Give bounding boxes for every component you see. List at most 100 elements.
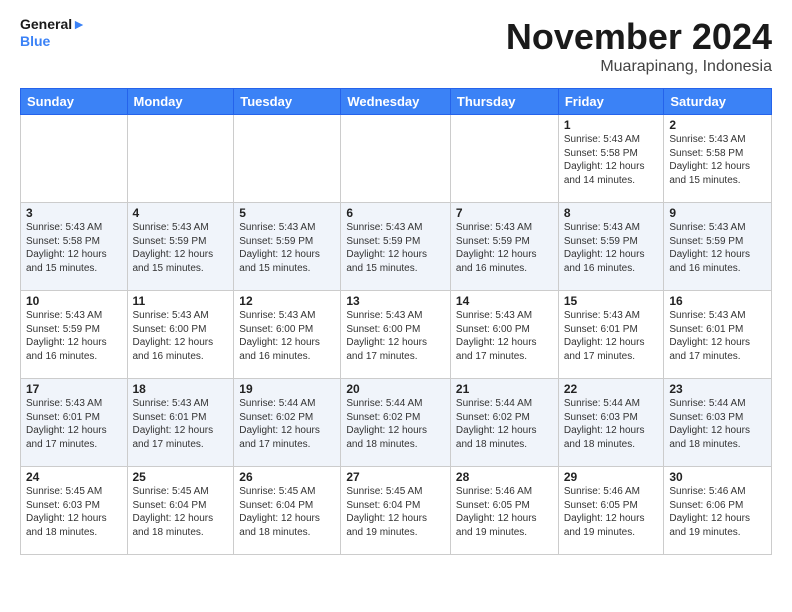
table-row (234, 115, 341, 203)
day-number: 13 (346, 294, 445, 308)
day-info: Sunrise: 5:43 AM Sunset: 5:58 PM Dayligh… (669, 133, 766, 187)
day-info: Sunrise: 5:43 AM Sunset: 5:59 PM Dayligh… (26, 309, 122, 363)
day-number: 20 (346, 382, 445, 396)
day-number: 25 (133, 470, 229, 484)
day-number: 5 (239, 206, 335, 220)
table-row: 4Sunrise: 5:43 AM Sunset: 5:59 PM Daylig… (127, 203, 234, 291)
location: Muarapinang, Indonesia (506, 58, 772, 76)
table-row: 14Sunrise: 5:43 AM Sunset: 6:00 PM Dayli… (450, 291, 558, 379)
day-number: 4 (133, 206, 229, 220)
header-friday: Friday (558, 89, 664, 115)
table-row: 17Sunrise: 5:43 AM Sunset: 6:01 PM Dayli… (21, 379, 128, 467)
day-info: Sunrise: 5:45 AM Sunset: 6:04 PM Dayligh… (239, 485, 335, 539)
day-number: 17 (26, 382, 122, 396)
day-number: 1 (564, 118, 659, 132)
day-info: Sunrise: 5:43 AM Sunset: 6:01 PM Dayligh… (133, 397, 229, 451)
table-row: 3Sunrise: 5:43 AM Sunset: 5:58 PM Daylig… (21, 203, 128, 291)
calendar-header-row: Sunday Monday Tuesday Wednesday Thursday… (21, 89, 772, 115)
day-number: 23 (669, 382, 766, 396)
header-tuesday: Tuesday (234, 89, 341, 115)
day-number: 26 (239, 470, 335, 484)
calendar-week-row: 24Sunrise: 5:45 AM Sunset: 6:03 PM Dayli… (21, 467, 772, 555)
day-info: Sunrise: 5:43 AM Sunset: 5:58 PM Dayligh… (564, 133, 659, 187)
day-info: Sunrise: 5:43 AM Sunset: 6:00 PM Dayligh… (456, 309, 553, 363)
table-row: 2Sunrise: 5:43 AM Sunset: 5:58 PM Daylig… (664, 115, 772, 203)
table-row: 21Sunrise: 5:44 AM Sunset: 6:02 PM Dayli… (450, 379, 558, 467)
header: General► Blue November 2024 Muarapinang,… (20, 16, 772, 76)
day-info: Sunrise: 5:44 AM Sunset: 6:03 PM Dayligh… (669, 397, 766, 451)
day-info: Sunrise: 5:43 AM Sunset: 5:59 PM Dayligh… (564, 221, 659, 275)
day-number: 9 (669, 206, 766, 220)
calendar-week-row: 1Sunrise: 5:43 AM Sunset: 5:58 PM Daylig… (21, 115, 772, 203)
day-info: Sunrise: 5:43 AM Sunset: 6:01 PM Dayligh… (564, 309, 659, 363)
day-number: 21 (456, 382, 553, 396)
table-row: 10Sunrise: 5:43 AM Sunset: 5:59 PM Dayli… (21, 291, 128, 379)
calendar-week-row: 10Sunrise: 5:43 AM Sunset: 5:59 PM Dayli… (21, 291, 772, 379)
day-info: Sunrise: 5:43 AM Sunset: 6:00 PM Dayligh… (239, 309, 335, 363)
day-number: 7 (456, 206, 553, 220)
table-row (450, 115, 558, 203)
table-row: 16Sunrise: 5:43 AM Sunset: 6:01 PM Dayli… (664, 291, 772, 379)
table-row: 29Sunrise: 5:46 AM Sunset: 6:05 PM Dayli… (558, 467, 664, 555)
day-info: Sunrise: 5:46 AM Sunset: 6:05 PM Dayligh… (456, 485, 553, 539)
day-info: Sunrise: 5:43 AM Sunset: 5:59 PM Dayligh… (239, 221, 335, 275)
day-info: Sunrise: 5:43 AM Sunset: 6:01 PM Dayligh… (669, 309, 766, 363)
table-row (341, 115, 451, 203)
day-info: Sunrise: 5:43 AM Sunset: 6:01 PM Dayligh… (26, 397, 122, 451)
day-info: Sunrise: 5:43 AM Sunset: 6:00 PM Dayligh… (133, 309, 229, 363)
day-info: Sunrise: 5:44 AM Sunset: 6:02 PM Dayligh… (456, 397, 553, 451)
calendar-week-row: 17Sunrise: 5:43 AM Sunset: 6:01 PM Dayli… (21, 379, 772, 467)
table-row: 30Sunrise: 5:46 AM Sunset: 6:06 PM Dayli… (664, 467, 772, 555)
day-number: 29 (564, 470, 659, 484)
day-number: 27 (346, 470, 445, 484)
day-number: 28 (456, 470, 553, 484)
table-row: 13Sunrise: 5:43 AM Sunset: 6:00 PM Dayli… (341, 291, 451, 379)
table-row: 1Sunrise: 5:43 AM Sunset: 5:58 PM Daylig… (558, 115, 664, 203)
day-info: Sunrise: 5:43 AM Sunset: 5:59 PM Dayligh… (133, 221, 229, 275)
day-info: Sunrise: 5:46 AM Sunset: 6:06 PM Dayligh… (669, 485, 766, 539)
day-info: Sunrise: 5:43 AM Sunset: 5:59 PM Dayligh… (456, 221, 553, 275)
month-title: November 2024 (506, 16, 772, 58)
day-number: 14 (456, 294, 553, 308)
day-number: 22 (564, 382, 659, 396)
day-number: 15 (564, 294, 659, 308)
day-number: 11 (133, 294, 229, 308)
day-info: Sunrise: 5:43 AM Sunset: 5:59 PM Dayligh… (669, 221, 766, 275)
day-info: Sunrise: 5:44 AM Sunset: 6:02 PM Dayligh… (239, 397, 335, 451)
header-wednesday: Wednesday (341, 89, 451, 115)
day-number: 30 (669, 470, 766, 484)
table-row: 24Sunrise: 5:45 AM Sunset: 6:03 PM Dayli… (21, 467, 128, 555)
header-sunday: Sunday (21, 89, 128, 115)
table-row: 7Sunrise: 5:43 AM Sunset: 5:59 PM Daylig… (450, 203, 558, 291)
day-info: Sunrise: 5:43 AM Sunset: 5:59 PM Dayligh… (346, 221, 445, 275)
table-row: 5Sunrise: 5:43 AM Sunset: 5:59 PM Daylig… (234, 203, 341, 291)
table-row: 9Sunrise: 5:43 AM Sunset: 5:59 PM Daylig… (664, 203, 772, 291)
calendar-week-row: 3Sunrise: 5:43 AM Sunset: 5:58 PM Daylig… (21, 203, 772, 291)
day-info: Sunrise: 5:46 AM Sunset: 6:05 PM Dayligh… (564, 485, 659, 539)
day-number: 6 (346, 206, 445, 220)
table-row: 12Sunrise: 5:43 AM Sunset: 6:00 PM Dayli… (234, 291, 341, 379)
table-row: 19Sunrise: 5:44 AM Sunset: 6:02 PM Dayli… (234, 379, 341, 467)
day-number: 18 (133, 382, 229, 396)
table-row (127, 115, 234, 203)
table-row: 18Sunrise: 5:43 AM Sunset: 6:01 PM Dayli… (127, 379, 234, 467)
day-info: Sunrise: 5:45 AM Sunset: 6:04 PM Dayligh… (346, 485, 445, 539)
day-info: Sunrise: 5:44 AM Sunset: 6:02 PM Dayligh… (346, 397, 445, 451)
table-row: 27Sunrise: 5:45 AM Sunset: 6:04 PM Dayli… (341, 467, 451, 555)
day-number: 2 (669, 118, 766, 132)
day-number: 8 (564, 206, 659, 220)
table-row: 20Sunrise: 5:44 AM Sunset: 6:02 PM Dayli… (341, 379, 451, 467)
table-row: 23Sunrise: 5:44 AM Sunset: 6:03 PM Dayli… (664, 379, 772, 467)
day-number: 10 (26, 294, 122, 308)
day-number: 24 (26, 470, 122, 484)
day-info: Sunrise: 5:44 AM Sunset: 6:03 PM Dayligh… (564, 397, 659, 451)
day-info: Sunrise: 5:43 AM Sunset: 6:00 PM Dayligh… (346, 309, 445, 363)
day-number: 3 (26, 206, 122, 220)
day-number: 16 (669, 294, 766, 308)
day-info: Sunrise: 5:45 AM Sunset: 6:03 PM Dayligh… (26, 485, 122, 539)
table-row: 11Sunrise: 5:43 AM Sunset: 6:00 PM Dayli… (127, 291, 234, 379)
calendar-table: Sunday Monday Tuesday Wednesday Thursday… (20, 88, 772, 555)
header-monday: Monday (127, 89, 234, 115)
day-info: Sunrise: 5:43 AM Sunset: 5:58 PM Dayligh… (26, 221, 122, 275)
day-number: 19 (239, 382, 335, 396)
